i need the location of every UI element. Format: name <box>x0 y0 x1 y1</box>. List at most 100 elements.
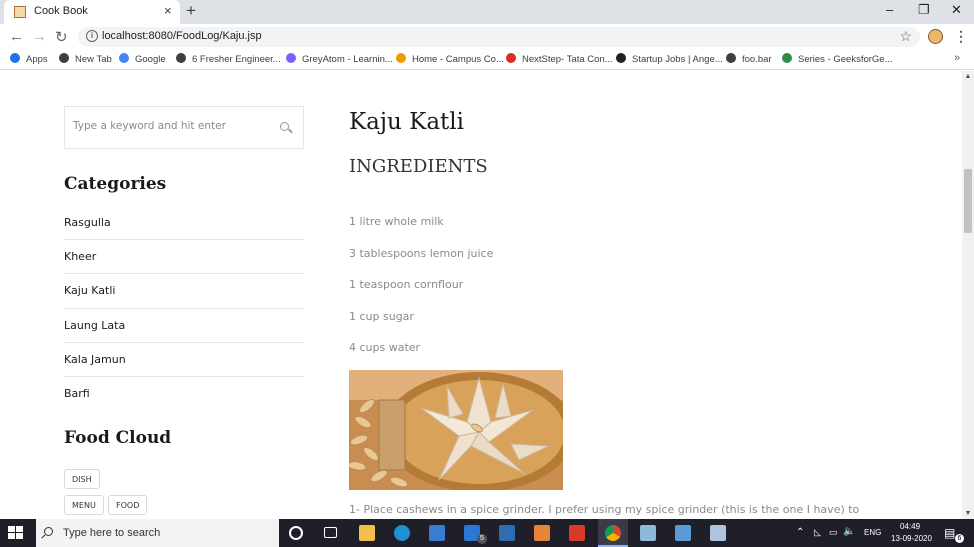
category-list: Rasgulla Kheer Kaju Katli Laung Lata Kal… <box>64 206 304 411</box>
close-window-button[interactable]: ✕ <box>951 2 962 18</box>
clock-time[interactable]: 04:49 <box>900 522 920 531</box>
scroll-up-arrow-icon[interactable]: ▲ <box>962 73 974 80</box>
bookmark-favicon-icon <box>176 53 186 63</box>
address-bar[interactable]: i localhost:8080/FoodLog/Kaju.jsp ☆ <box>78 27 920 47</box>
windows-start-icon[interactable] <box>8 526 24 540</box>
taskbar-search-placeholder: Type here to search <box>63 527 161 539</box>
bookmark-label: foo.bar <box>742 54 772 65</box>
bookmark-label: Series - GeeksforGe... <box>798 54 893 65</box>
category-item-kaju-katli[interactable]: Kaju Katli <box>64 274 304 309</box>
volume-icon[interactable]: 🔈 <box>843 526 855 537</box>
new-tab-button[interactable]: + <box>186 1 196 21</box>
anydesk-icon[interactable] <box>569 525 585 541</box>
bookmark-favicon-icon <box>396 53 406 63</box>
search-icon[interactable] <box>280 122 289 131</box>
recipe-title: Kaju Katli <box>349 109 464 135</box>
notification-center-icon[interactable]: ▤ <box>944 526 955 540</box>
kaju-katli-image <box>349 370 563 490</box>
chrome-icon[interactable] <box>605 525 621 541</box>
mail-badge: 5 <box>477 534 487 544</box>
scroll-down-arrow-icon[interactable]: ▼ <box>962 510 974 517</box>
profile-avatar[interactable] <box>928 29 943 44</box>
category-item-kheer[interactable]: Kheer <box>64 240 304 275</box>
ingredient-list: 1 litre whole milk 3 tablespoons lemon j… <box>349 215 493 373</box>
bookmark-label: Home - Campus Co... <box>412 54 504 65</box>
page-scrollbar[interactable]: ▲ ▼ <box>962 71 974 519</box>
bookmark-item[interactable]: foo.bar <box>726 53 772 65</box>
powershell-icon[interactable] <box>499 525 515 541</box>
tag-menu[interactable]: MENU <box>64 495 104 515</box>
browser-menu-icon[interactable]: ⋮ <box>954 28 968 45</box>
tab-strip: Cook Book × + – ❐ ✕ <box>0 0 974 24</box>
page-content: Categories Rasgulla Kheer Kaju Katli Lau… <box>0 71 962 519</box>
cookbook-favicon-icon <box>14 6 26 18</box>
notification-count-badge: 6 <box>955 534 964 543</box>
bookmark-item[interactable]: Startup Jobs | Ange... <box>616 53 723 65</box>
forward-arrow-icon[interactable]: → <box>32 28 47 45</box>
sublime-text-icon[interactable] <box>534 525 550 541</box>
ingredients-heading: INGREDIENTS <box>349 156 488 177</box>
bookmark-item[interactable]: Home - Campus Co... <box>396 53 504 65</box>
clock-date[interactable]: 13-09-2020 <box>891 534 932 543</box>
ingredient-item: 1 litre whole milk <box>349 215 444 228</box>
bookmark-item[interactable]: 6 Fresher Engineer... <box>176 53 281 65</box>
keyword-search-input[interactable] <box>73 120 273 132</box>
url-text[interactable]: localhost:8080/FoodLog/Kaju.jsp <box>102 30 262 42</box>
bookmark-item[interactable]: NextStep- Tata Con... <box>506 53 613 65</box>
bookmark-favicon-icon <box>616 53 626 63</box>
back-arrow-icon[interactable]: ← <box>9 28 24 45</box>
bookmark-favicon-icon <box>286 53 296 63</box>
recipe-step-1: 1- Place cashews in a spice grinder. I p… <box>349 503 860 516</box>
category-item-kala-jamun[interactable]: Kala Jamun <box>64 343 304 377</box>
tray-chevron-up-icon[interactable]: ⌃ <box>796 527 804 538</box>
ingredient-item: 4 cups water <box>349 341 421 354</box>
store-icon[interactable] <box>429 525 445 541</box>
bookmark-item[interactable]: Apps <box>10 53 48 65</box>
bookmark-star-icon[interactable]: ☆ <box>899 28 912 45</box>
battery-icon[interactable]: ▭ <box>829 527 838 538</box>
bookmark-item[interactable]: Series - GeeksforGe... <box>782 53 893 65</box>
categories-heading: Categories <box>64 174 167 194</box>
cortana-icon[interactable] <box>289 526 303 540</box>
virtualbox-icon[interactable] <box>675 525 691 541</box>
bookmarks-bar: » Apps New Tab Google 6 Fresher Engineer...… <box>0 50 974 70</box>
bookmark-favicon-icon <box>506 53 516 63</box>
minimize-button[interactable]: – <box>886 2 893 17</box>
category-item-rasgulla[interactable]: Rasgulla <box>64 206 304 241</box>
bookmark-favicon-icon <box>782 53 792 63</box>
browser-tab[interactable]: Cook Book × <box>4 0 180 24</box>
tag-food[interactable]: FOOD <box>108 495 148 515</box>
file-explorer-icon[interactable] <box>359 525 375 541</box>
ingredient-item: 3 tablespoons lemon juice <box>349 246 494 260</box>
bookmark-favicon-icon <box>10 53 20 63</box>
bookmark-item[interactable]: New Tab <box>59 53 112 65</box>
bookmarks-more-icon[interactable]: » <box>954 52 960 64</box>
task-view-icon[interactable] <box>324 527 337 538</box>
app-icon-blue[interactable] <box>640 525 656 541</box>
ingredient-item: 1 teaspoon cornflour <box>349 278 464 291</box>
scrollbar-thumb[interactable] <box>964 169 972 233</box>
reload-icon[interactable]: ↻ <box>55 28 68 46</box>
taskbar-search-box[interactable]: Type here to search <box>36 519 279 547</box>
bookmark-label: GreyAtom - Learnin... <box>302 54 393 65</box>
category-item-barfi[interactable]: Barfi <box>64 377 304 411</box>
bookmark-label: 6 Fresher Engineer... <box>192 54 281 65</box>
bookmark-label: Google <box>135 54 166 65</box>
calculator-icon[interactable] <box>710 525 726 541</box>
bookmark-item[interactable]: Google <box>119 53 166 65</box>
edge-browser-icon[interactable] <box>394 525 410 541</box>
tab-close-icon[interactable]: × <box>164 3 172 18</box>
site-info-icon[interactable]: i <box>86 30 98 42</box>
category-item-laung-lata[interactable]: Laung Lata <box>64 309 304 343</box>
restore-button[interactable]: ❐ <box>918 2 930 18</box>
ingredient-item: 1 cup sugar <box>349 309 414 323</box>
kaju-katli-illustration <box>349 370 563 490</box>
bookmark-favicon-icon <box>59 53 69 63</box>
taskbar-search-icon <box>44 527 53 536</box>
language-indicator[interactable]: ENG <box>864 528 881 537</box>
tag-dish[interactable]: DISH <box>64 469 100 489</box>
network-icon[interactable]: ◺ <box>814 527 821 538</box>
bookmark-item[interactable]: GreyAtom - Learnin... <box>286 53 393 65</box>
bookmark-favicon-icon <box>119 53 129 63</box>
tab-title: Cook Book <box>34 5 88 17</box>
